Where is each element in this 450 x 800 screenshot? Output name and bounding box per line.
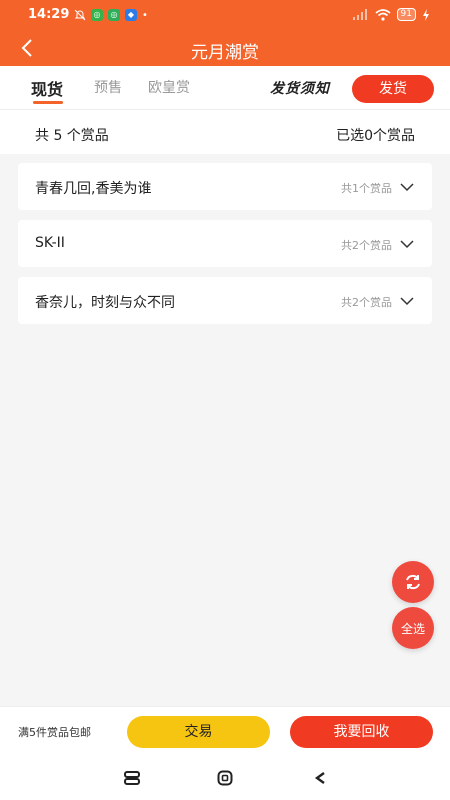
status-time: 14:29: [28, 7, 70, 22]
refresh-button[interactable]: [392, 561, 434, 603]
selected-prizes: 已选0个赏品: [336, 128, 415, 144]
dot-icon: •: [142, 9, 148, 21]
group-count: 共1个赏品: [341, 182, 392, 195]
prize-group[interactable]: SK-II 共2个赏品: [18, 220, 432, 267]
group-count: 共2个赏品: [341, 296, 392, 309]
wifi-icon: [375, 8, 391, 21]
group-name: 香奈儿，时刻与众不同: [35, 295, 175, 311]
tabs-bar: 现货 预售 欧皇赏 发货须知 发货: [0, 66, 450, 110]
bottom-action-bar: 满5件赏品包邮 交易 我要回收: [0, 706, 450, 756]
battery-icon: 91: [396, 8, 416, 21]
app-icon-green-1: ◎: [91, 9, 103, 21]
group-name: SK-II: [35, 235, 65, 251]
system-nav-bar: [0, 756, 450, 800]
status-icons-left: ◎ ◎ ◆ •: [74, 9, 148, 21]
mute-bell-icon: [74, 9, 86, 21]
prize-groups: 青春几回,香美为谁 共1个赏品 SK-II 共2个赏品 香奈儿，时刻与众不同 共…: [18, 163, 432, 334]
menu-icon: [124, 771, 140, 785]
prize-group[interactable]: 香奈儿，时刻与众不同 共2个赏品: [18, 277, 432, 324]
home-button[interactable]: [215, 768, 235, 788]
ship-button[interactable]: 发货: [352, 75, 434, 103]
status-bar: 14:29 ◎ ◎ ◆ • 91: [0, 0, 450, 30]
home-icon: [217, 770, 233, 786]
app-icon-blue: ◆: [125, 9, 137, 21]
total-prizes: 共 5 个赏品: [35, 128, 109, 144]
tab-presale[interactable]: 预售: [94, 77, 122, 97]
signal-icon: [352, 9, 367, 20]
page-title: 元月潮赏: [191, 43, 259, 63]
group-count: 共2个赏品: [341, 239, 392, 252]
free-shipping-note: 满5件赏品包邮: [18, 726, 91, 739]
active-tab-indicator: [33, 101, 63, 104]
recycle-button[interactable]: 我要回收: [290, 716, 433, 748]
navigation-bar: 元月潮赏: [0, 30, 450, 66]
menu-button[interactable]: [122, 768, 142, 788]
prize-summary: 共 5 个赏品 已选0个赏品: [0, 110, 450, 154]
status-icons-right: 91: [352, 8, 430, 21]
back-nav-button[interactable]: [310, 768, 330, 788]
chevron-down-icon: [400, 183, 414, 192]
chevron-down-icon: [400, 297, 414, 306]
refresh-icon: [406, 574, 420, 590]
prize-group[interactable]: 青春几回,香美为谁 共1个赏品: [18, 163, 432, 210]
charging-icon: [423, 8, 429, 21]
trade-button[interactable]: 交易: [127, 716, 270, 748]
tab-in-stock[interactable]: 现货: [31, 76, 63, 100]
chevron-left-icon: [314, 772, 325, 784]
select-all-button[interactable]: 全选: [392, 607, 434, 649]
app-icon-green-2: ◎: [108, 9, 120, 21]
shipping-notice-link[interactable]: 发货须知: [270, 78, 330, 98]
chevron-down-icon: [400, 240, 414, 249]
tab-lucky[interactable]: 欧皇赏: [148, 77, 190, 97]
group-name: 青春几回,香美为谁: [35, 181, 152, 197]
